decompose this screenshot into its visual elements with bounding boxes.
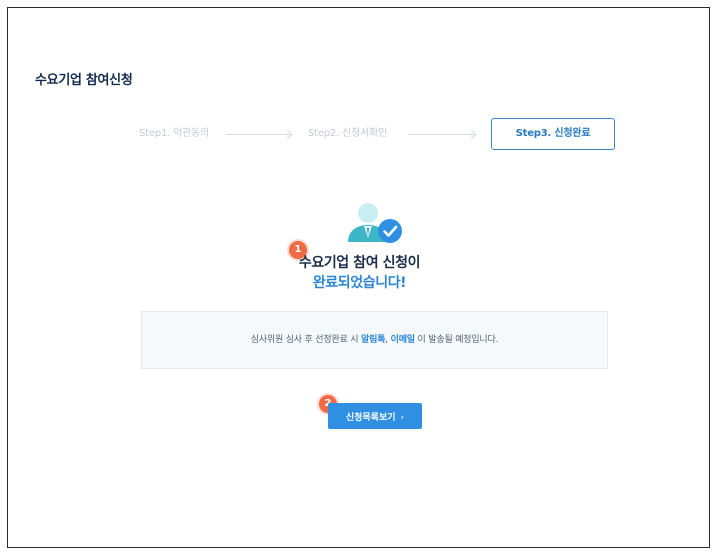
step-1-terms: Step1. 약관동의 <box>139 128 210 139</box>
step-3-complete: Step3. 신청완료 <box>491 118 615 150</box>
view-application-list-button[interactable]: 신청목록보기 › <box>328 403 422 429</box>
completion-headline: 수요기업 참여 신청이 <box>298 255 421 271</box>
view-application-list-label: 신청목록보기 <box>345 412 396 423</box>
step-arrow-icon <box>226 134 290 135</box>
user-check-icon <box>348 203 402 243</box>
notice-prefix: 심사위원 심사 후 선정완료 시 <box>250 335 359 345</box>
step-2-review: Step2. 신청서확인 <box>308 128 388 139</box>
notice-suffix: 이 발송될 예정입니다. <box>417 335 499 345</box>
notice-box: 심사위원 심사 후 선정완료 시 알림톡, 이메일 이 발송될 예정입니다. <box>141 311 608 369</box>
page-title: 수요기업 참여신청 <box>35 73 133 88</box>
notice-channel-email: 이메일 <box>390 335 415 345</box>
step-arrow-icon <box>408 134 474 135</box>
completion-subheadline: 완료되었습니다! <box>312 275 407 291</box>
notice-channel-kakao: 알림톡 <box>361 335 386 345</box>
stepper: Step1. 약관동의 Step2. 신청서확인 Step3. 신청완료 <box>8 118 711 152</box>
chevron-right-icon: › <box>400 412 405 423</box>
notice-separator: , <box>385 335 388 345</box>
page-frame: 수요기업 참여신청 Step1. 약관동의 Step2. 신청서확인 Step3… <box>7 7 710 548</box>
